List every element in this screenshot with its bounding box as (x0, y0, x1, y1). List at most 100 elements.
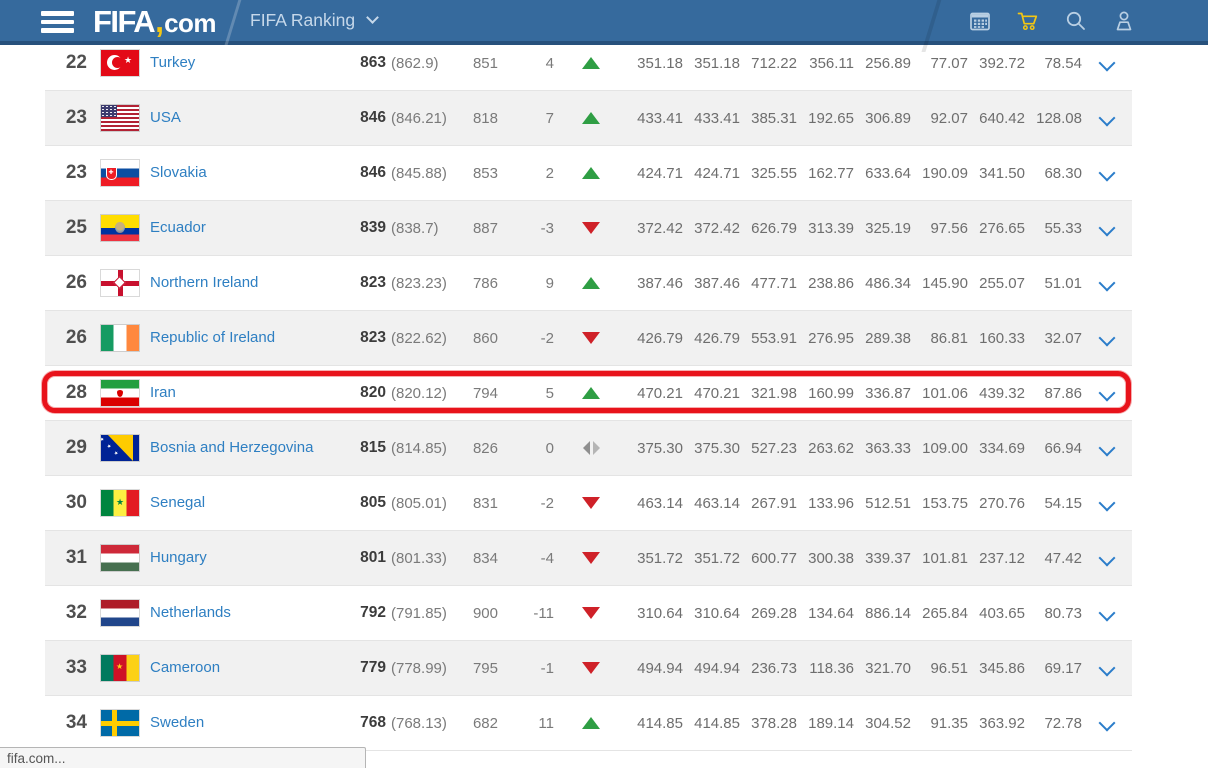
score-value: 372.42 (626, 220, 683, 237)
fifa-logo[interactable]: FIFA,com (93, 3, 216, 40)
points-exact: (838.7) (386, 220, 446, 237)
status-text: fifa.com... (7, 751, 66, 766)
score-value: 426.79 (626, 330, 683, 347)
score-value: 633.64 (854, 165, 911, 182)
score-value: 375.30 (626, 440, 683, 457)
score-value: 712.22 (740, 55, 797, 72)
expand-row-button[interactable] (1082, 552, 1132, 564)
points-exact: (805.01) (386, 495, 446, 512)
nav-ranking-dropdown[interactable]: FIFA Ranking (250, 0, 377, 41)
score-columns: 372.42372.42626.79313.39325.1997.56276.6… (626, 220, 1082, 237)
country-link[interactable]: Sweden (150, 714, 204, 731)
score-value: 470.21 (626, 385, 683, 402)
flag-emblem (117, 390, 123, 397)
score-columns: 494.94494.94236.73118.36321.7096.51345.8… (626, 660, 1082, 677)
chevron-down-icon (1099, 607, 1115, 619)
expand-row-button[interactable] (1082, 277, 1132, 289)
score-value: 414.85 (683, 715, 740, 732)
calendar-icon[interactable] (968, 9, 992, 33)
expand-row-button[interactable] (1082, 662, 1132, 674)
score-value: 133.96 (797, 495, 854, 512)
chevron-down-icon (1099, 167, 1115, 179)
table-row: 32 Netherlands 792 (791.85) 900 -11 310.… (45, 586, 1132, 641)
score-value: 118.36 (797, 660, 854, 677)
score-value: 640.42 (968, 110, 1025, 127)
points-exact: (862.9) (386, 55, 446, 72)
score-value: 77.07 (911, 55, 968, 72)
ec-flag (101, 215, 139, 241)
country-link[interactable]: Turkey (150, 54, 195, 71)
table-row: 23 Slovakia 846 (845.88) 853 2 424.71424… (45, 146, 1132, 201)
country-link[interactable]: Ecuador (150, 219, 206, 236)
country-link[interactable]: Iran (150, 384, 176, 401)
expand-row-button[interactable] (1082, 57, 1132, 69)
country-link[interactable]: Hungary (150, 549, 207, 566)
trend-icon (582, 387, 600, 399)
trend-icon (582, 332, 600, 344)
score-value: 334.69 (968, 440, 1025, 457)
score-value: 160.33 (968, 330, 1025, 347)
hu-flag (101, 545, 139, 571)
expand-row-button[interactable] (1082, 497, 1132, 509)
trend-icon (582, 112, 600, 124)
user-icon[interactable] (1112, 9, 1136, 33)
score-value: 267.91 (740, 495, 797, 512)
points-exact: (822.62) (386, 330, 446, 347)
ba-flag (101, 435, 139, 461)
score-value: 463.14 (626, 495, 683, 512)
country-link[interactable]: Northern Ireland (150, 274, 258, 291)
country-link[interactable]: Senegal (150, 494, 205, 511)
rank: 34 (45, 712, 87, 734)
score-value: 55.33 (1025, 220, 1082, 237)
trend-icon (582, 277, 600, 289)
expand-row-button[interactable] (1082, 112, 1132, 124)
score-value: 341.50 (968, 165, 1025, 182)
cart-icon[interactable] (1016, 9, 1040, 33)
nir-flag (101, 270, 139, 296)
table-row: 28 Iran 820 (820.12) 794 5 470.21470.213… (45, 366, 1132, 421)
expand-row-button[interactable] (1082, 717, 1132, 729)
expand-row-button[interactable] (1082, 607, 1132, 619)
previous-points: 853 (446, 165, 498, 182)
score-value: 51.01 (1025, 275, 1082, 292)
points: 839 (331, 219, 386, 237)
expand-row-button[interactable] (1082, 167, 1132, 179)
trend-icon (582, 552, 600, 564)
score-value: 91.35 (911, 715, 968, 732)
score-value: 69.17 (1025, 660, 1082, 677)
score-value: 463.14 (683, 495, 740, 512)
search-icon[interactable] (1064, 9, 1088, 33)
table-row: 26 Northern Ireland 823 (823.23) 786 9 3… (45, 256, 1132, 311)
score-value: 276.65 (968, 220, 1025, 237)
score-columns: 351.18351.18712.22356.11256.8977.07392.7… (626, 55, 1082, 72)
country-link[interactable]: Netherlands (150, 604, 231, 621)
expand-row-button[interactable] (1082, 387, 1132, 399)
score-value: 486.34 (854, 275, 911, 292)
menu-hamburger-icon[interactable] (41, 11, 74, 33)
previous-points: 860 (446, 330, 498, 347)
points: 792 (331, 604, 386, 622)
points-exact: (768.13) (386, 715, 446, 732)
country-link[interactable]: Slovakia (150, 164, 207, 181)
country-link[interactable]: Bosnia and Herzegovina (150, 439, 313, 456)
score-value: 886.14 (854, 605, 911, 622)
country-link[interactable]: Republic of Ireland (150, 329, 275, 346)
score-value: 351.72 (683, 550, 740, 567)
rank: 32 (45, 602, 87, 624)
score-columns: 375.30375.30527.23263.62363.33109.00334.… (626, 440, 1082, 457)
country-link[interactable]: USA (150, 109, 181, 126)
rank-change: 2 (498, 165, 556, 182)
expand-row-button[interactable] (1082, 442, 1132, 454)
previous-points: 794 (446, 385, 498, 402)
rank: 22 (45, 52, 87, 74)
rank-change: 9 (498, 275, 556, 292)
previous-points: 795 (446, 660, 498, 677)
score-value: 345.86 (968, 660, 1025, 677)
trend-icon (582, 497, 600, 509)
country-link[interactable]: Cameroon (150, 659, 220, 676)
score-columns: 433.41433.41385.31192.65306.8992.07640.4… (626, 110, 1082, 127)
expand-row-button[interactable] (1082, 332, 1132, 344)
score-value: 392.72 (968, 55, 1025, 72)
expand-row-button[interactable] (1082, 222, 1132, 234)
score-value: 238.86 (797, 275, 854, 292)
